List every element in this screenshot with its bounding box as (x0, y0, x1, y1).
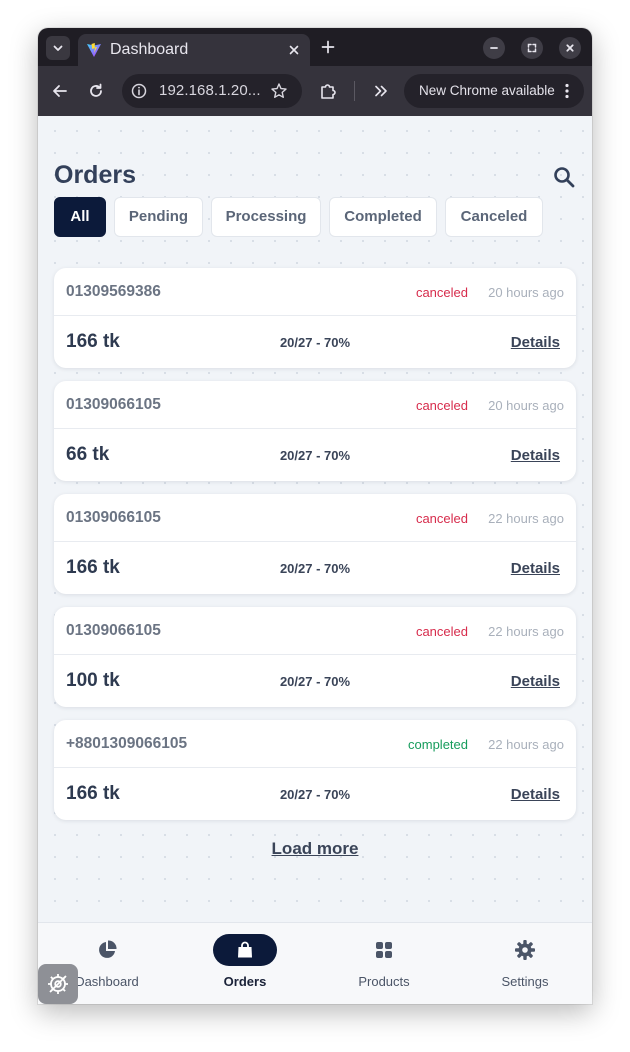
order-phone: 01309066105 (66, 622, 161, 639)
order-card: 01309066105 canceled 22 hours ago 100 tk… (54, 607, 576, 707)
order-progress: 20/27 - 70% (279, 674, 351, 689)
chevron-down-icon (53, 45, 63, 51)
filter-processing[interactable]: Processing (211, 197, 321, 237)
minimize-icon (490, 47, 498, 49)
filter-completed[interactable]: Completed (329, 197, 437, 237)
order-details-link[interactable]: Details (511, 560, 560, 577)
order-time: 22 hours ago (488, 511, 564, 526)
order-progress: 20/27 - 70% (279, 787, 351, 802)
maximize-button[interactable] (521, 37, 543, 59)
order-status: completed (408, 737, 468, 752)
gear-off-icon (48, 974, 68, 994)
order-status: canceled (415, 511, 468, 526)
browser-tab[interactable]: Dashboard (78, 34, 310, 66)
order-time: 20 hours ago (488, 285, 564, 300)
filter-all[interactable]: All (54, 197, 106, 237)
order-progress: 20/27 - 70% (279, 561, 351, 576)
browser-window: Dashboard 192.168.1.20... New Chrome ava… (38, 28, 592, 1004)
order-progress: 20/27 - 70% (279, 448, 351, 463)
overflow-button[interactable] (370, 80, 392, 102)
shopping-bag-icon (238, 941, 252, 958)
gear-icon (515, 940, 535, 960)
tab-strip: Dashboard (38, 28, 592, 66)
order-status: canceled (415, 285, 468, 300)
load-more-button[interactable]: Load more (38, 839, 592, 859)
order-details-link[interactable]: Details (511, 673, 560, 690)
nav-label: Orders (223, 974, 267, 989)
bottom-nav: Dashboard Orders Products Settings (38, 922, 592, 1004)
kebab-menu-icon[interactable] (558, 82, 576, 100)
grid-icon (376, 942, 392, 958)
order-card: 01309066105 canceled 20 hours ago 66 tk … (54, 381, 576, 481)
order-time: 22 hours ago (488, 624, 564, 639)
star-icon[interactable] (270, 82, 288, 100)
pie-chart-icon (99, 940, 117, 958)
order-status: canceled (415, 398, 468, 413)
filter-pending[interactable]: Pending (114, 197, 203, 237)
nav-label: Products (358, 974, 410, 989)
nav-icon-container (213, 934, 277, 966)
plus-icon[interactable] (320, 39, 336, 55)
filter-canceled[interactable]: Canceled (445, 197, 543, 237)
info-icon[interactable] (130, 82, 148, 100)
order-details-link[interactable]: Details (511, 447, 560, 464)
order-card-header: 01309569386 canceled 20 hours ago (54, 268, 576, 316)
order-phone: 01309569386 (66, 283, 161, 300)
nav-icon-container (352, 934, 416, 966)
chrome-update-label: New Chrome available (419, 83, 555, 98)
window-close-button[interactable] (559, 37, 581, 59)
order-card: 01309066105 canceled 22 hours ago 166 tk… (54, 494, 576, 594)
close-icon (566, 44, 574, 52)
close-icon[interactable] (286, 42, 302, 58)
nav-item-settings[interactable]: Settings (456, 923, 592, 1004)
browser-toolbar: 192.168.1.20... New Chrome available (38, 66, 592, 116)
order-card-header: 01309066105 canceled 20 hours ago (54, 381, 576, 429)
minimize-button[interactable] (483, 37, 505, 59)
order-card-header: 01309066105 canceled 22 hours ago (54, 607, 576, 655)
chrome-update-button[interactable]: New Chrome available (404, 74, 584, 108)
floating-settings-button[interactable] (38, 964, 78, 1004)
reload-icon (90, 83, 102, 97)
order-card-header: +8801309066105 completed 22 hours ago (54, 720, 576, 768)
order-details-link[interactable]: Details (511, 334, 560, 351)
order-phone: +8801309066105 (66, 735, 188, 752)
address-bar-url: 192.168.1.20... (159, 82, 261, 99)
puzzle-icon (321, 84, 336, 99)
order-card-header: 01309066105 canceled 22 hours ago (54, 494, 576, 542)
order-card: 01309569386 canceled 20 hours ago 166 tk… (54, 268, 576, 368)
order-time: 22 hours ago (488, 737, 564, 752)
extensions-button[interactable] (317, 80, 339, 102)
nav-item-products[interactable]: Products (315, 923, 453, 1004)
tab-title: Dashboard (110, 41, 189, 58)
toolbar-divider (354, 81, 355, 101)
search-icon[interactable] (552, 165, 576, 189)
maximize-icon (527, 43, 537, 53)
order-progress: 20/27 - 70% (279, 335, 351, 350)
order-phone: 01309066105 (66, 396, 161, 413)
nav-icon-container (75, 934, 139, 966)
nav-icon-container (493, 934, 557, 966)
back-button[interactable] (49, 80, 71, 102)
nav-label: Settings (501, 974, 549, 989)
nav-item-orders[interactable]: Orders (176, 923, 314, 1004)
tab-search-button[interactable] (46, 36, 70, 60)
order-status: canceled (415, 624, 468, 639)
reload-button[interactable] (85, 80, 107, 102)
arrow-left-icon (53, 85, 67, 97)
page-title: Orders (54, 161, 136, 189)
order-phone: 01309066105 (66, 509, 161, 526)
address-bar[interactable]: 192.168.1.20... (122, 74, 302, 108)
order-time: 20 hours ago (488, 398, 564, 413)
orders-page: Orders All Pending Processing Completed … (38, 116, 592, 922)
double-chevron-right-icon (375, 85, 387, 97)
order-card: +8801309066105 completed 22 hours ago 16… (54, 720, 576, 820)
vite-logo-icon (87, 43, 101, 57)
order-details-link[interactable]: Details (511, 786, 560, 803)
